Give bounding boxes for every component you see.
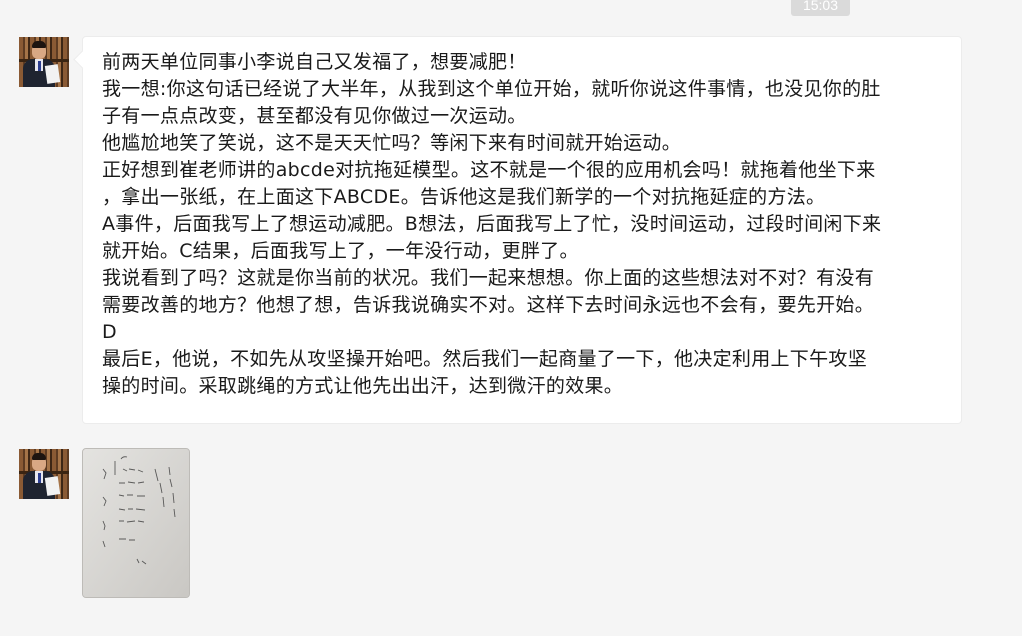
certificate-paper — [44, 64, 61, 84]
image-message-bubble[interactable] — [82, 448, 190, 598]
person-tie — [38, 473, 41, 483]
message-line: 需要改善的地方？他想了想，告诉我说确实不对。这样下去时间永远也不会有，要先开始。 — [102, 294, 875, 316]
message-line: 我说看到了吗？这就是你当前的状况。我们一起来想想。你上面的这些想法对不对？有没有 — [102, 267, 875, 289]
message-timestamp: 15:03 — [791, 0, 850, 16]
message-line: 正好想到崔老师讲的abcde对抗拖延模型。这不就是一个很的应用机会吗！就拖着他坐… — [102, 159, 876, 181]
message-line: 子有一点点改变，甚至都没有见你做过一次运动。 — [102, 105, 527, 127]
person-hair — [32, 41, 46, 48]
message-text: 前两天单位同事小李说自己又发福了，想要减肥！ 我一想:你这句话已经说了大半年，从… — [102, 49, 952, 400]
sender-avatar-2[interactable] — [19, 449, 69, 499]
message-line: A事件，后面我写上了想运动减肥。B想法，后面我写上了忙，没时间运动，过段时间闲下… — [102, 213, 882, 235]
handwritten-note-photo-icon — [83, 449, 189, 597]
message-line: 前两天单位同事小李说自己又发福了，想要减肥！ — [102, 51, 527, 73]
message-line: 操的时间。采取跳绳的方式让他先出出汗，达到微汗的效果。 — [102, 375, 624, 397]
message-line: 他尴尬地笑了笑说，这不是天天忙吗？等闲下来有时间就开始运动。 — [102, 132, 682, 154]
message-line: 最后E，他说，不如先从攻坚操开始吧。然后我们一起商量了一下，他决定利用上下午攻坚 — [102, 348, 868, 370]
message-line: 就开始。C结果，后面我写上了，一年没行动，更胖了。 — [102, 240, 579, 262]
text-message-bubble[interactable]: 前两天单位同事小李说自己又发福了，想要减肥！ 我一想:你这句话已经说了大半年，从… — [82, 36, 962, 424]
message-line: ，拿出一张纸，在上面这下ABCDE。告诉他这是我们新学的一个对抗拖延症的方法。 — [102, 186, 826, 208]
message-line: D — [102, 321, 117, 343]
sender-avatar-1[interactable] — [19, 37, 69, 87]
message-line: 我一想:你这句话已经说了大半年，从我到这个单位开始，就听你说这件事情，也没见你的… — [102, 78, 881, 100]
certificate-paper — [44, 476, 61, 496]
person-tie — [38, 61, 41, 71]
person-hair — [32, 453, 46, 460]
